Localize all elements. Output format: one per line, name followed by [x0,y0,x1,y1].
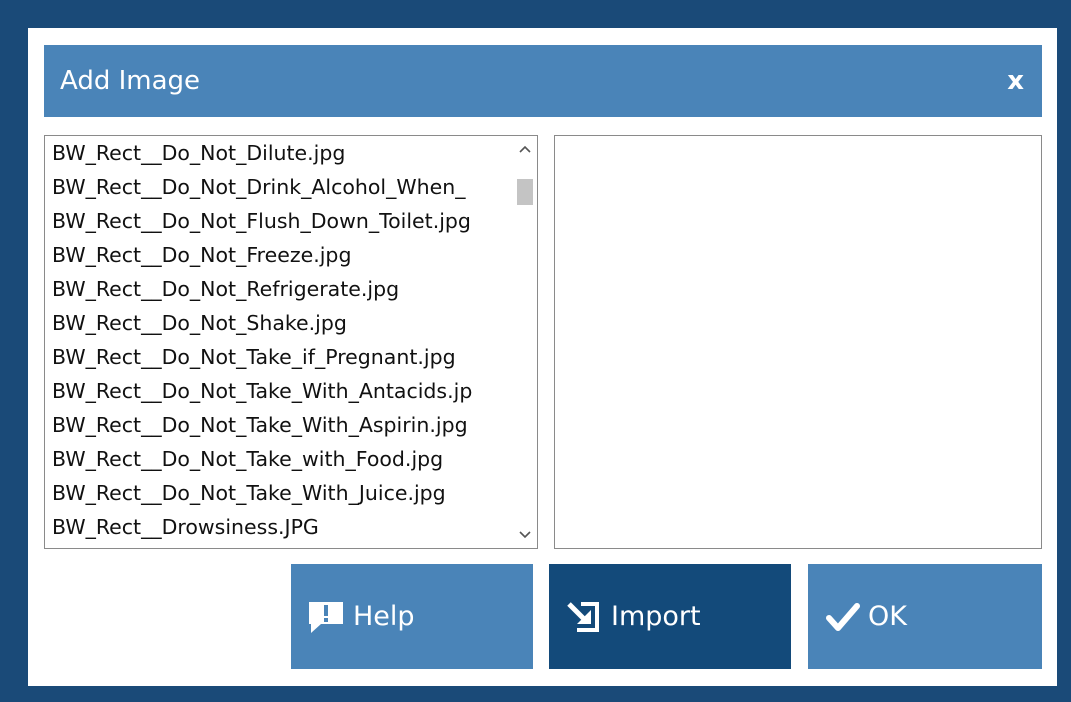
image-preview-pane [554,135,1042,549]
list-item[interactable]: BW_Rect__Do_Not_Take_with_Food.jpg [45,442,513,476]
file-list-items: BW_Rect__Do_Not_Dilute.jpg BW_Rect__Do_N… [45,136,513,548]
scrollbar-thumb[interactable] [517,179,533,205]
checkmark-icon [826,602,860,632]
close-button[interactable]: x [1007,45,1024,117]
list-item[interactable]: BW_Rect__Drowsiness.JPG [45,510,513,544]
scroll-down-icon[interactable] [513,524,537,546]
scroll-up-icon[interactable] [513,138,537,160]
import-arrow-icon [567,600,603,634]
ok-button-label: OK [868,601,907,632]
dialog-title: Add Image [60,66,201,96]
list-item[interactable]: BW_Rect__Do_Not_Flush_Down_Toilet.jpg [45,204,513,238]
list-item[interactable]: BW_Rect__Do_Not_Dilute.jpg [45,136,513,170]
import-button[interactable]: Import [549,564,791,669]
image-file-list[interactable]: BW_Rect__Do_Not_Dilute.jpg BW_Rect__Do_N… [44,135,538,549]
list-item[interactable]: BW_Rect__Do_Not_Shake.jpg [45,306,513,340]
import-button-label: Import [611,601,701,632]
list-item[interactable]: BW_Rect__Do_Not_Take_if_Pregnant.jpg [45,340,513,374]
list-item[interactable]: BW_Rect__Do_Not_Freeze.jpg [45,238,513,272]
list-item[interactable]: BW_Rect__Do_Not_Take_With_Antacids.jp [45,374,513,408]
list-item[interactable]: BW_Rect__Do_Not_Take_With_Juice.jpg [45,476,513,510]
dialog-titlebar: Add Image x [44,45,1042,117]
list-item[interactable]: BW_Rect__Do_Not_Take_With_Aspirin.jpg [45,408,513,442]
ok-button[interactable]: OK [808,564,1042,669]
vertical-scrollbar[interactable] [513,136,537,548]
help-button[interactable]: Help [291,564,533,669]
help-button-label: Help [353,601,415,632]
list-item[interactable]: BW_Rect__Do_Not_Drink_Alcohol_When_ [45,170,513,204]
list-item[interactable]: BW_Rect__Do_Not_Refrigerate.jpg [45,272,513,306]
help-sign-icon [307,600,345,634]
add-image-dialog: Add Image x BW_Rect__Do_Not_Dilute.jpg B… [28,28,1057,686]
